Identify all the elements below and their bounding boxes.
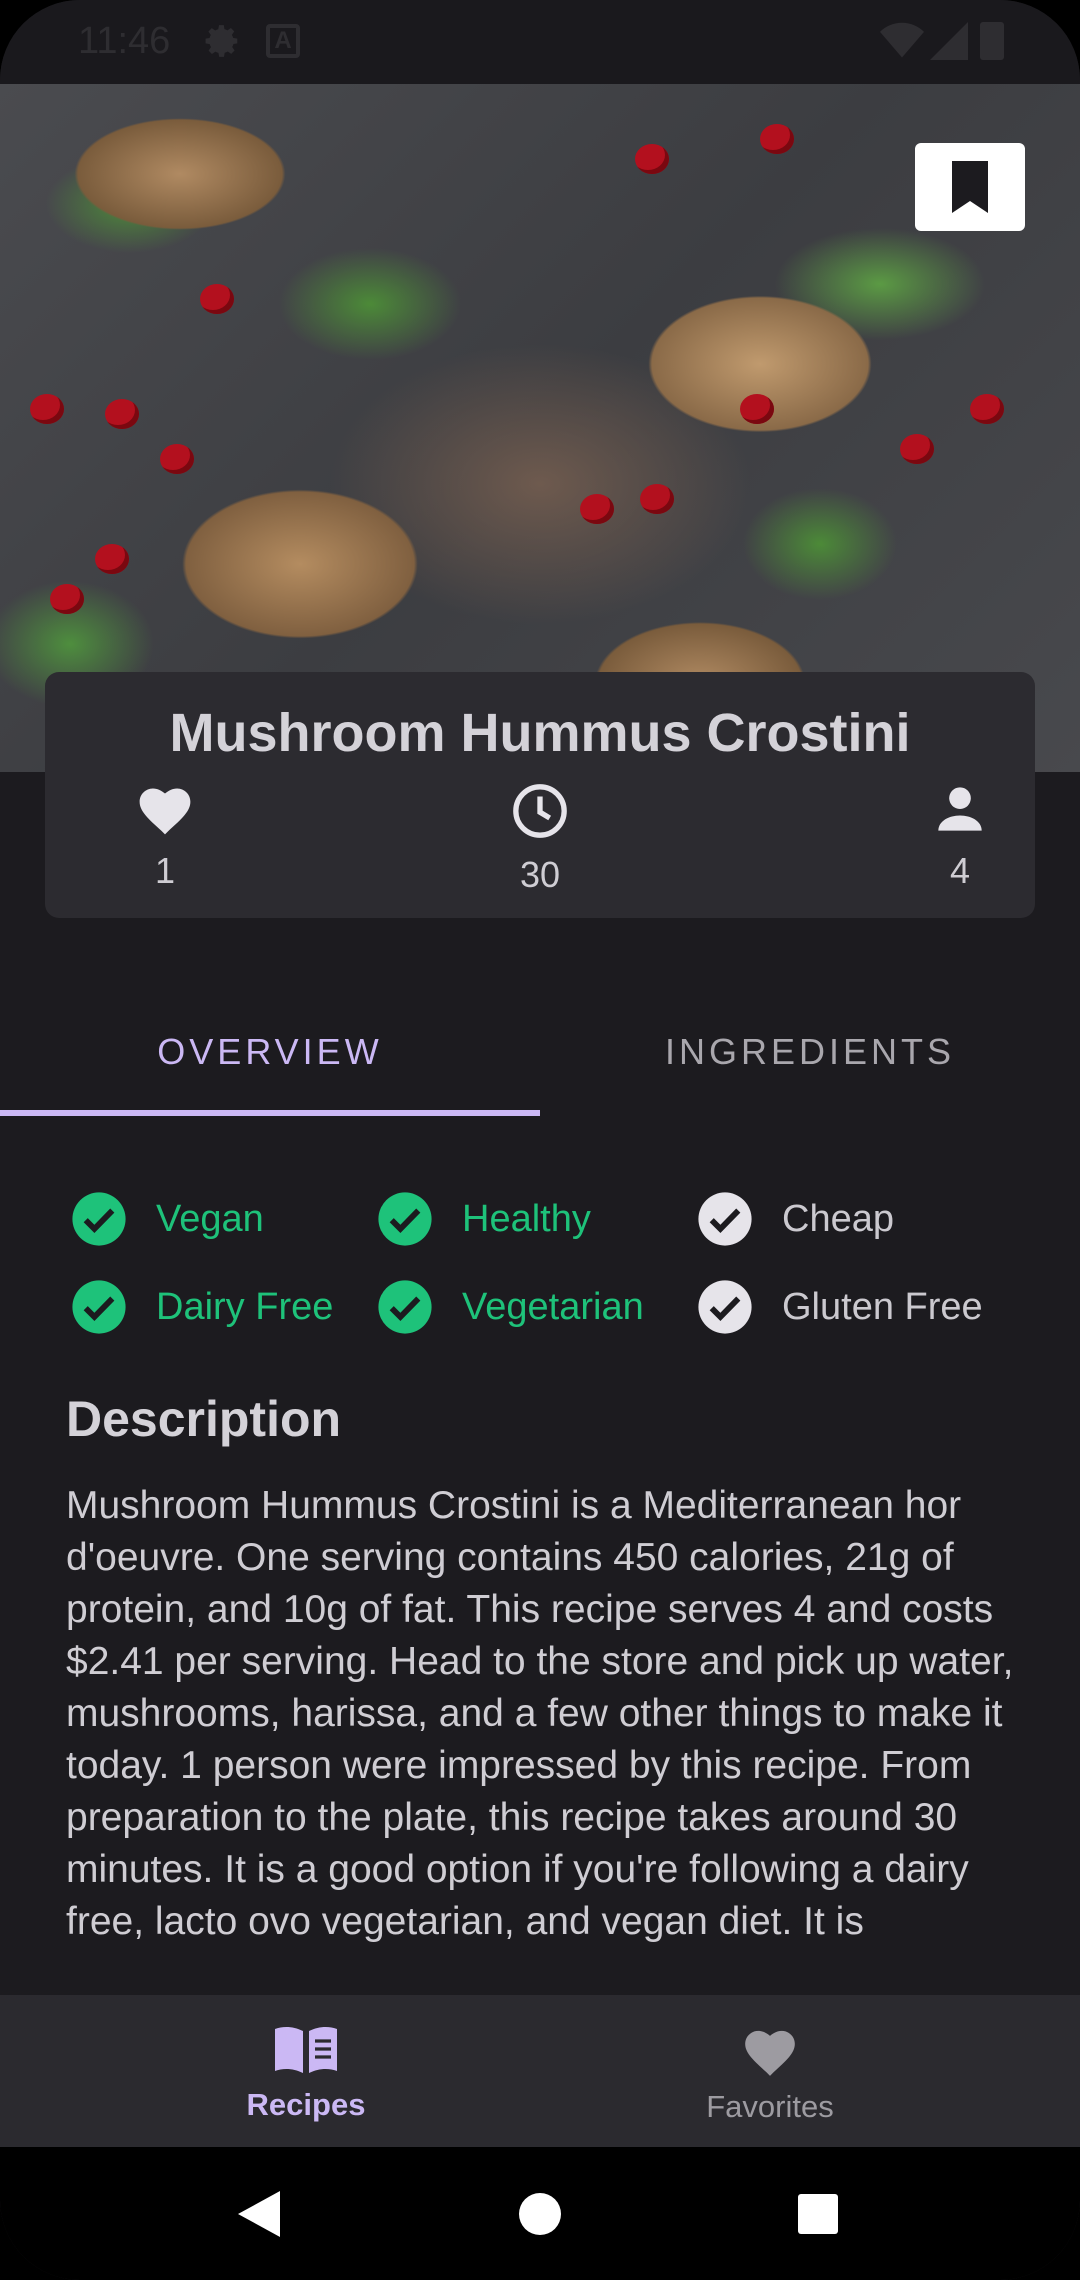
bookmark-icon	[952, 161, 988, 213]
clock-icon	[513, 784, 567, 838]
recents-icon[interactable]	[798, 2194, 838, 2234]
pomegranate-seed	[160, 444, 194, 474]
check-circle-icon	[378, 1192, 432, 1246]
diet-tag-vegetarian: Vegetarian	[376, 1277, 644, 1337]
servings-stat: 4	[890, 782, 1030, 892]
signal-icon	[930, 22, 968, 60]
pomegranate-seed	[760, 124, 794, 154]
bookmark-button[interactable]	[915, 143, 1025, 231]
app-screen: 11:46 A Mushroom Hummus Crostini 1 30 4 …	[0, 0, 1080, 2280]
tab-bar: OVERVIEW INGREDIENTS	[0, 990, 1080, 1118]
diet-tag-label: Vegetarian	[462, 1285, 644, 1328]
pomegranate-seed	[30, 394, 64, 424]
pomegranate-seed	[50, 584, 84, 614]
nav-label-favorites: Favorites	[706, 2089, 834, 2124]
diet-tag-label: Gluten Free	[782, 1285, 983, 1328]
diet-tag-label: Dairy Free	[156, 1285, 334, 1328]
diet-tag-vegan: Vegan	[70, 1189, 264, 1249]
recipe-summary-card: Mushroom Hummus Crostini 1 30 4	[45, 672, 1035, 918]
time-stat: 30	[470, 782, 610, 896]
home-icon[interactable]	[519, 2193, 561, 2235]
tab-overview[interactable]: OVERVIEW	[0, 990, 540, 1118]
book-icon	[275, 2026, 337, 2073]
description-text: Mushroom Hummus Crostini is a Mediterran…	[66, 1484, 1014, 1943]
person-icon	[938, 787, 982, 831]
bottom-navigation: Recipes Favorites	[0, 1995, 1080, 2147]
pomegranate-seed	[970, 394, 1004, 424]
pomegranate-seed	[200, 284, 234, 314]
check-circle-icon	[698, 1280, 752, 1334]
heart-icon	[745, 2030, 795, 2076]
likes-count: 1	[154, 850, 176, 891]
diet-tag-gluten-free: Gluten Free	[696, 1277, 983, 1337]
nav-label-recipes: Recipes	[246, 2087, 366, 2122]
likes-stat: 1	[95, 782, 235, 892]
wifi-icon	[880, 22, 924, 58]
check-circle-icon	[72, 1280, 126, 1334]
pomegranate-seed	[635, 144, 669, 174]
nav-item-favorites[interactable]: Favorites	[500, 1995, 1040, 2147]
diet-tag-dairy-free: Dairy Free	[70, 1277, 333, 1337]
tab-indicator	[0, 1110, 540, 1116]
diet-tag-label: Healthy	[462, 1197, 591, 1240]
diet-tag-cheap: Cheap	[696, 1189, 894, 1249]
servings-value: 4	[949, 850, 971, 891]
minutes-value: 30	[519, 854, 561, 895]
pomegranate-seed	[105, 399, 139, 429]
status-bar: 11:46 A	[0, 0, 1080, 84]
tab-ingredients[interactable]: INGREDIENTS	[540, 990, 1080, 1118]
system-navigation-bar	[0, 2147, 1080, 2280]
a-icon: A	[266, 24, 300, 58]
diet-tag-label: Vegan	[156, 1197, 264, 1240]
check-circle-icon	[698, 1192, 752, 1246]
pomegranate-seed	[580, 494, 614, 524]
recipe-title: Mushroom Hummus Crostini	[169, 703, 911, 763]
status-time: 11:46	[78, 20, 171, 62]
nav-item-recipes[interactable]: Recipes	[36, 1995, 576, 2147]
diet-tag-label: Cheap	[782, 1197, 894, 1240]
check-circle-icon	[72, 1192, 126, 1246]
pomegranate-seed	[640, 484, 674, 514]
heart-icon	[139, 788, 191, 835]
back-icon[interactable]	[238, 2191, 280, 2237]
pomegranate-seed	[900, 434, 934, 464]
battery-icon	[980, 22, 1004, 60]
gear-icon	[205, 25, 238, 57]
diet-tag-healthy: Healthy	[376, 1189, 591, 1249]
pomegranate-seed	[95, 544, 129, 574]
check-circle-icon	[378, 1280, 432, 1334]
pomegranate-seed	[740, 394, 774, 424]
description-heading: Description	[66, 1391, 342, 1447]
